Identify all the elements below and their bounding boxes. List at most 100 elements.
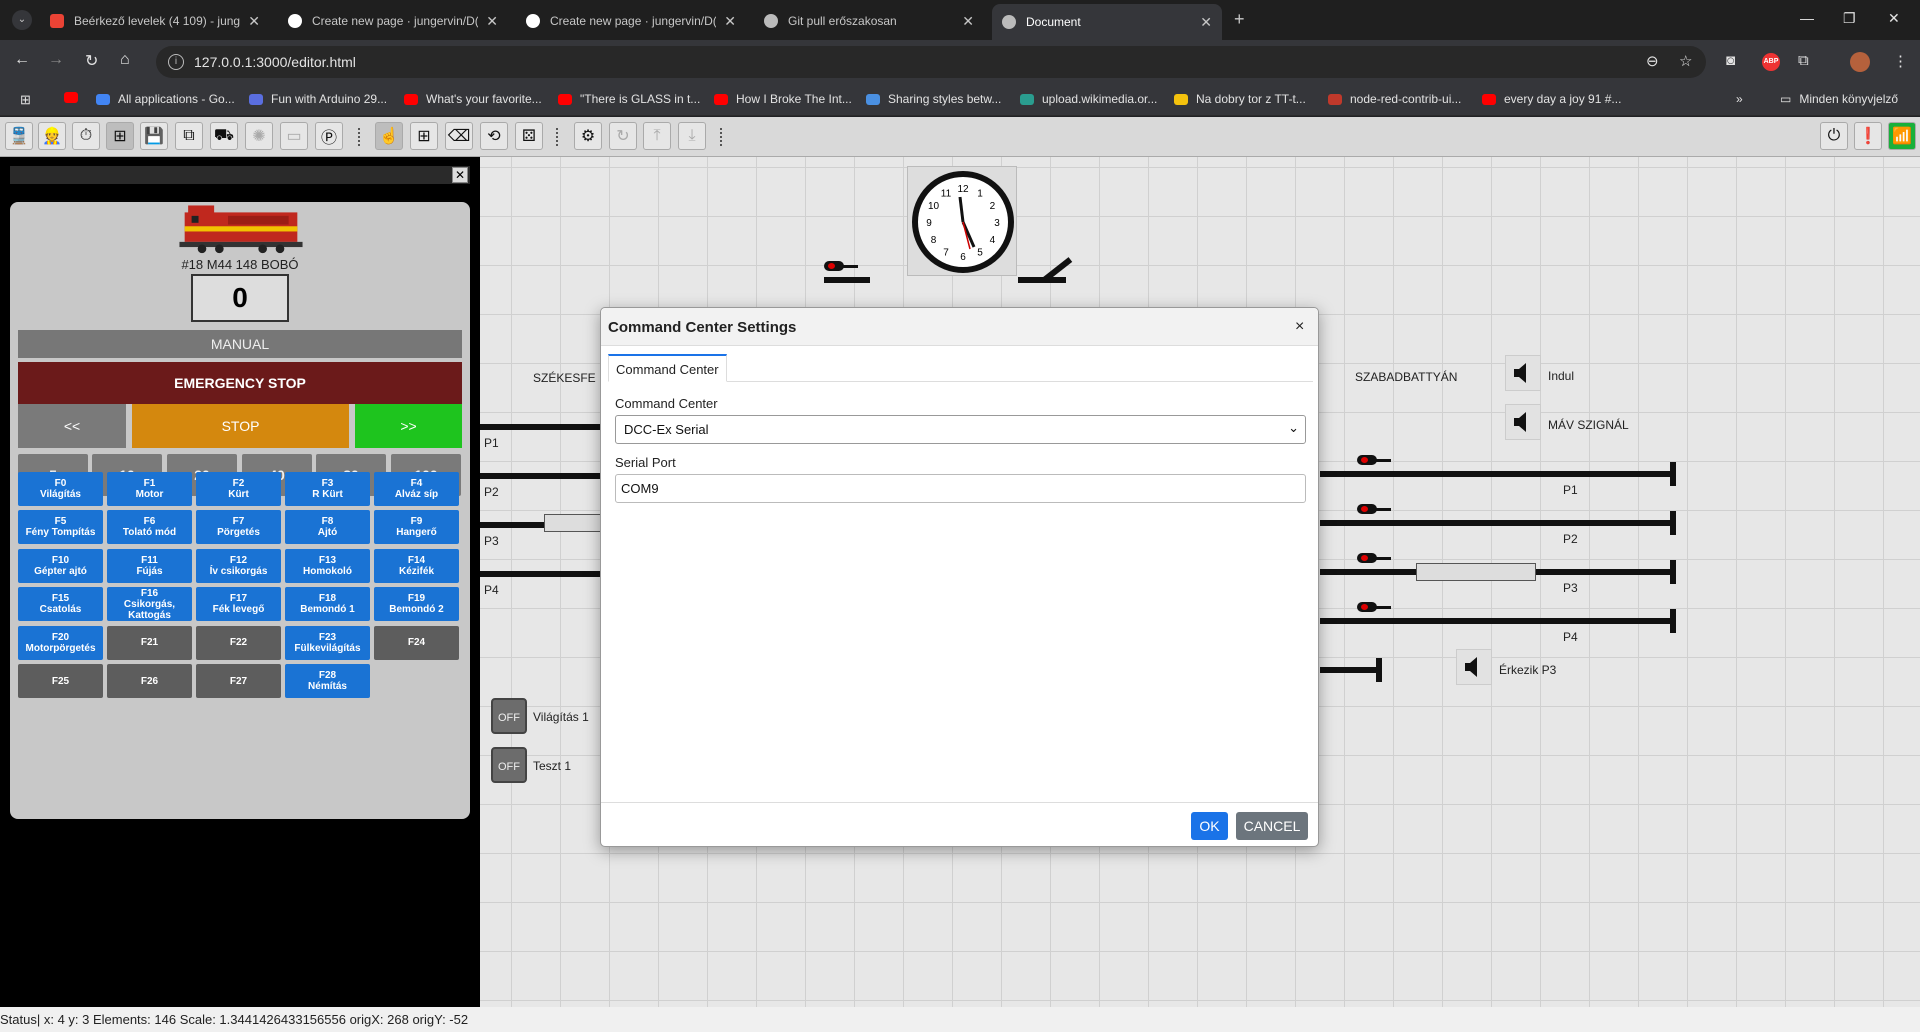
move-bottom-icon[interactable]: ⤓ (678, 122, 706, 150)
browser-tab[interactable]: Create new page · jungervin/D( ✕ (278, 6, 508, 36)
rotate-icon[interactable]: ⟲ (480, 122, 508, 150)
track-segment[interactable] (1320, 520, 1676, 526)
browser-tab-active[interactable]: Document ✕ (992, 4, 1222, 40)
track-segment[interactable] (1320, 471, 1676, 477)
power-icon[interactable]: ⏻ (1820, 122, 1848, 150)
reverse-button[interactable]: << (18, 404, 126, 448)
restore-icon[interactable]: ❐ (1843, 10, 1856, 27)
tab-close-icon[interactable]: ✕ (1200, 14, 1212, 31)
operator-icon[interactable]: 👷 (38, 122, 66, 150)
track-segment[interactable] (480, 424, 600, 430)
train-icon[interactable]: 🚆 (5, 122, 33, 150)
avatar[interactable] (1850, 52, 1870, 72)
extensions-icon[interactable]: ⧉ (1798, 52, 1809, 69)
bug-icon[interactable]: ✺ (245, 122, 273, 150)
bookmark-item[interactable]: What's your favorite... (404, 92, 542, 106)
track-segment[interactable] (1320, 667, 1380, 673)
signal-icon[interactable] (824, 261, 844, 271)
adblock-icon[interactable]: ABP (1762, 53, 1780, 71)
speaker-icon[interactable] (1505, 355, 1541, 391)
function-button-f23[interactable]: F23 Fülkevilágítás (285, 625, 370, 660)
track-segment[interactable] (1320, 618, 1676, 624)
camera-icon[interactable]: ◙ (1726, 52, 1735, 69)
minimize-icon[interactable]: — (1800, 10, 1814, 26)
function-button-f6[interactable]: F6 Tolató mód (107, 510, 192, 545)
tab-close-icon[interactable]: ✕ (724, 13, 736, 30)
tab-close-icon[interactable]: ✕ (962, 13, 974, 30)
bookmark-item[interactable]: How I Broke The Int... (714, 92, 852, 106)
bookmark-item[interactable]: All applications - Go... (96, 92, 235, 106)
speaker-icon[interactable] (1505, 404, 1541, 440)
function-button-f28[interactable]: F28 Némítás (285, 664, 370, 698)
clock-widget[interactable]: 12 1 2 3 4 5 6 7 8 9 10 11 (907, 166, 1017, 276)
save-icon[interactable]: 💾 (140, 122, 168, 150)
tab-command-center[interactable]: Command Center (608, 354, 727, 382)
tab-close-icon[interactable]: ✕ (486, 13, 498, 30)
bookmark-star-icon[interactable]: ☆ (1679, 52, 1692, 70)
window-settings-icon[interactable]: ⧉ (175, 122, 203, 150)
site-info-icon[interactable]: i (168, 54, 184, 70)
url-input[interactable]: i 127.0.0.1:3000/editor.html (156, 46, 1706, 78)
menu-kebab-icon[interactable]: ⋮ (1893, 52, 1908, 70)
function-button-f1[interactable]: F1 Motor (107, 472, 192, 506)
bookmark-folder[interactable]: ▭ Minden könyvjelző (1780, 92, 1898, 106)
bookmark-item[interactable]: node-red-contrib-ui... (1328, 92, 1461, 106)
edit-mode-icon[interactable]: ⊞ (106, 122, 134, 150)
close-window-icon[interactable]: ✕ (1888, 10, 1900, 27)
bookmarks-overflow-icon[interactable]: » (1736, 92, 1743, 106)
bookmark-item[interactable]: every day a joy 91 #... (1482, 92, 1621, 106)
function-button-f4[interactable]: F4 Alváz síp (374, 472, 459, 506)
add-element-icon[interactable]: ⊞ (410, 122, 438, 150)
panel-close-icon[interactable]: ✕ (452, 167, 468, 183)
function-button-f7[interactable]: F7 Pörgetés (196, 510, 281, 545)
browser-tab[interactable]: Beérkező levelek (4 109) - jung ✕ (40, 6, 270, 36)
function-button-f17[interactable]: F17 Fék levegő (196, 587, 281, 622)
function-button-f26[interactable]: F26 (107, 664, 192, 698)
function-button-f12[interactable]: F12 Ív csikorgás (196, 548, 281, 583)
emergency-stop-button[interactable]: EMERGENCY STOP (18, 362, 462, 404)
function-button-f16[interactable]: F16 Csikorgás, Kattogás (107, 587, 192, 622)
bookmark-item[interactable]: Sharing styles betw... (866, 92, 1001, 106)
track-segment[interactable] (480, 571, 600, 577)
redo-icon[interactable]: ↻ (609, 122, 637, 150)
apps-grid-icon[interactable]: ⊞ (20, 92, 31, 108)
function-button-f14[interactable]: F14 Kézifék (374, 548, 459, 583)
cancel-button[interactable]: CANCEL (1236, 812, 1308, 840)
function-button-f2[interactable]: F2 Kürt (196, 472, 281, 506)
function-button-f18[interactable]: F18 Bemondó 1 (285, 587, 370, 622)
speaker-icon[interactable] (1456, 649, 1492, 685)
terminal-icon[interactable]: ▭ (280, 122, 308, 150)
tab-search-icon[interactable]: ⌄ (12, 10, 32, 30)
signal-icon[interactable] (1357, 553, 1377, 563)
bookmark-item[interactable]: Na dobry tor z TT-t... (1174, 92, 1306, 106)
move-top-icon[interactable]: ⤒ (643, 122, 671, 150)
serial-port-input[interactable]: COM9 (615, 474, 1306, 503)
function-button-f22[interactable]: F22 (196, 625, 281, 660)
function-button-f5[interactable]: F5 Fény Tompítás (18, 510, 103, 545)
home-icon[interactable]: ⌂ (120, 51, 130, 69)
parking-icon[interactable]: Ⓟ (315, 122, 343, 150)
function-button-f27[interactable]: F27 (196, 664, 281, 698)
pointer-icon[interactable]: ☝ (375, 122, 403, 150)
timer-icon[interactable]: ⏱ (72, 122, 100, 150)
dialog-close-icon[interactable]: × (1295, 318, 1304, 336)
signal-icon[interactable] (1357, 504, 1377, 514)
browser-tab[interactable]: Create new page · jungervin/D( ✕ (516, 6, 746, 36)
train-block[interactable] (544, 514, 604, 532)
function-button-f3[interactable]: F3 R Kürt (285, 472, 370, 506)
function-button-f10[interactable]: F10 Gépter ajtó (18, 548, 103, 583)
forward-button[interactable]: >> (355, 404, 462, 448)
reload-icon[interactable]: ↻ (85, 51, 98, 71)
signal-icon[interactable] (1357, 602, 1377, 612)
function-button-f15[interactable]: F15 Csatolás (18, 587, 103, 622)
function-button-f24[interactable]: F24 (374, 625, 459, 660)
zoom-icon[interactable]: ⊖ (1646, 52, 1659, 70)
alert-icon[interactable]: ❗ (1854, 122, 1882, 150)
ok-button[interactable]: OK (1191, 812, 1228, 840)
function-button-f21[interactable]: F21 (107, 625, 192, 660)
stop-button[interactable]: STOP (132, 404, 349, 448)
crane-icon[interactable]: ⛟ (210, 122, 238, 150)
track-segment[interactable] (824, 277, 870, 283)
track-segment[interactable] (480, 473, 600, 479)
toggle-button[interactable]: OFF (491, 747, 527, 783)
